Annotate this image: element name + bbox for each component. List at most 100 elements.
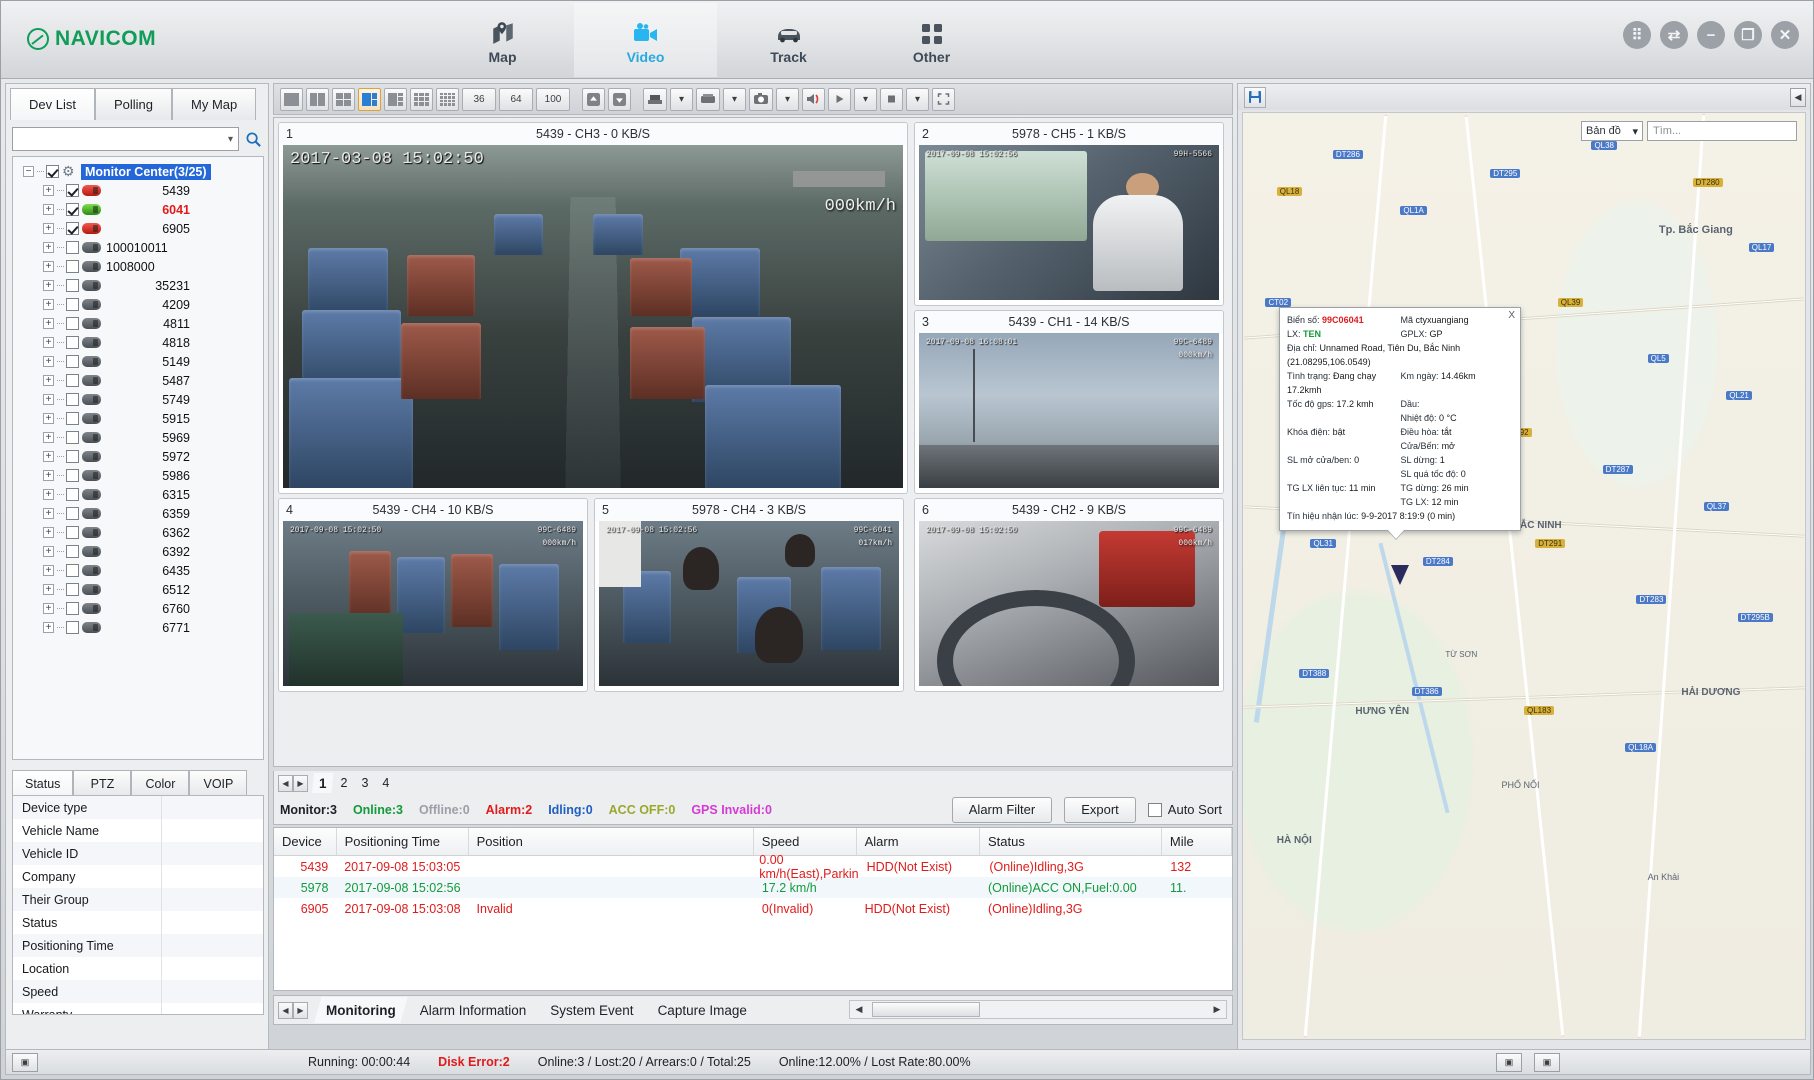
tree-device-checkbox[interactable] bbox=[66, 241, 79, 254]
device-tree[interactable]: − ⚙ Monitor Center(3/25) +5439+6041+6905… bbox=[12, 156, 264, 760]
expand-toggle-icon[interactable]: + bbox=[43, 432, 54, 443]
tree-device-6315[interactable]: +6315 bbox=[13, 485, 263, 504]
column-header-status[interactable]: Status bbox=[980, 828, 1162, 855]
export-button[interactable]: Export bbox=[1064, 797, 1136, 823]
tree-device-checkbox[interactable] bbox=[66, 431, 79, 444]
swap-icon[interactable]: ⇄ bbox=[1660, 21, 1688, 49]
video-page-tab-4[interactable]: 4 bbox=[375, 773, 396, 793]
layout-grid-icon[interactable]: ⠿ bbox=[1623, 21, 1651, 49]
tree-device-checkbox[interactable] bbox=[66, 488, 79, 501]
video-cell-2[interactable]: 2 5978 - CH5 - 1 KB/S 2017-09-08 15:02:5… bbox=[914, 122, 1224, 306]
video-page-tab-2[interactable]: 2 bbox=[334, 773, 355, 793]
column-header-speed[interactable]: Speed bbox=[754, 828, 857, 855]
expand-toggle-icon[interactable]: + bbox=[43, 337, 54, 348]
tree-root-monitor-center[interactable]: − ⚙ Monitor Center(3/25) bbox=[13, 162, 263, 181]
sidebar-tab-polling[interactable]: Polling bbox=[95, 88, 172, 120]
expand-toggle-icon[interactable]: + bbox=[43, 261, 54, 272]
column-header-device[interactable]: Device bbox=[274, 828, 337, 855]
expand-toggle-icon[interactable]: + bbox=[43, 508, 54, 519]
bottom-tab-alarm-information[interactable]: Alarm Information bbox=[408, 997, 539, 1023]
tree-device-checkbox[interactable] bbox=[66, 412, 79, 425]
layout-36-button[interactable]: 36 bbox=[462, 88, 496, 111]
expand-toggle-icon[interactable]: + bbox=[43, 565, 54, 576]
table-row[interactable]: 54392017-09-08 15:03:050.00 km/h(East),P… bbox=[274, 856, 1232, 877]
video-cell-1[interactable]: 1 5439 - CH3 - 0 KB/S bbox=[278, 122, 908, 494]
tree-device-6392[interactable]: +6392 bbox=[13, 542, 263, 561]
expand-toggle-icon[interactable]: + bbox=[43, 622, 54, 633]
map-search-input[interactable]: Tìm... bbox=[1647, 121, 1797, 141]
bottom-tab-system-event[interactable]: System Event bbox=[538, 997, 645, 1023]
video-cell-4-stream[interactable]: 2017-09-08 15:02:50 99C-6489 000km/h bbox=[283, 521, 583, 686]
video-cell-6[interactable]: 6 5439 - CH2 - 9 KB/S 2017-09-08 15:02:5… bbox=[914, 498, 1224, 692]
expand-toggle-icon[interactable]: + bbox=[43, 280, 54, 291]
tree-device-checkbox[interactable] bbox=[66, 317, 79, 330]
tree-root-checkbox[interactable] bbox=[46, 165, 59, 178]
bottom-tab-monitoring[interactable]: Monitoring bbox=[314, 997, 408, 1023]
expand-toggle-icon[interactable]: + bbox=[43, 527, 54, 538]
tree-device-6362[interactable]: +6362 bbox=[13, 523, 263, 542]
status-tab-color[interactable]: Color bbox=[131, 770, 189, 796]
video-cell-6-stream[interactable]: 2017-09-08 15:02:50 99C-6489 000km/h bbox=[919, 521, 1219, 686]
playback-dropdown[interactable]: ▾ bbox=[723, 88, 746, 111]
tree-device-6905[interactable]: +6905 bbox=[13, 219, 263, 238]
search-icon[interactable] bbox=[242, 128, 264, 150]
statusbar-left-toggle[interactable]: ▣ bbox=[12, 1053, 38, 1072]
layout-4-button[interactable] bbox=[332, 88, 355, 111]
tree-device-100010011[interactable]: +100010011 bbox=[13, 238, 263, 257]
layout-1-button[interactable] bbox=[280, 88, 303, 111]
expand-toggle-icon[interactable]: + bbox=[43, 489, 54, 500]
page-up-button[interactable] bbox=[582, 88, 605, 111]
video-cell-3-stream[interactable]: 2017-09-08 16:08:01 99C-6489 000km/h bbox=[919, 333, 1219, 488]
tree-device-checkbox[interactable] bbox=[66, 545, 79, 558]
snapshot-button[interactable] bbox=[749, 88, 773, 111]
column-header-alarm[interactable]: Alarm bbox=[857, 828, 980, 855]
expand-toggle-icon[interactable]: + bbox=[43, 204, 54, 215]
tree-device-checkbox[interactable] bbox=[66, 507, 79, 520]
statusbar-right-toggle[interactable]: ▣ bbox=[1534, 1053, 1560, 1072]
expand-toggle-icon[interactable]: + bbox=[43, 356, 54, 367]
tree-device-4209[interactable]: +4209 bbox=[13, 295, 263, 314]
tree-device-checkbox[interactable] bbox=[66, 564, 79, 577]
stop-button[interactable] bbox=[880, 88, 903, 111]
status-tab-voip[interactable]: VOIP bbox=[189, 770, 247, 796]
record-dropdown[interactable]: ▾ bbox=[670, 88, 693, 111]
play-button[interactable] bbox=[828, 88, 851, 111]
nav-item-other[interactable]: Other bbox=[860, 3, 1003, 77]
tree-device-checkbox[interactable] bbox=[66, 450, 79, 463]
status-tab-status[interactable]: Status bbox=[12, 770, 73, 796]
tree-device-checkbox[interactable] bbox=[66, 203, 79, 216]
layout-2-button[interactable] bbox=[306, 88, 329, 111]
play-dropdown[interactable]: ▾ bbox=[854, 88, 877, 111]
tree-device-checkbox[interactable] bbox=[66, 336, 79, 349]
auto-sort-checkbox[interactable]: Auto Sort bbox=[1148, 802, 1222, 817]
tree-device-checkbox[interactable] bbox=[66, 621, 79, 634]
tree-device-5149[interactable]: +5149 bbox=[13, 352, 263, 371]
bottom-tab-capture-image[interactable]: Capture Image bbox=[646, 997, 759, 1023]
layout-64-button[interactable]: 64 bbox=[499, 88, 533, 111]
tree-device-checkbox[interactable] bbox=[66, 279, 79, 292]
playback-button[interactable] bbox=[696, 88, 720, 111]
vehicle-info-popup[interactable]: X Biển số: 99C06041Mã ctyxuangiangLX: TE… bbox=[1279, 307, 1521, 531]
alarm-filter-button[interactable]: Alarm Filter bbox=[952, 797, 1052, 823]
map-collapse-button[interactable]: ◀ bbox=[1790, 88, 1806, 107]
expand-toggle-icon[interactable]: + bbox=[43, 299, 54, 310]
table-row[interactable]: 69052017-09-08 15:03:08Invalid0(Invalid)… bbox=[274, 898, 1232, 919]
video-cell-5-stream[interactable]: 2017-09-08 15:02:56 99C-6041 017km/h bbox=[599, 521, 899, 686]
stop-dropdown[interactable]: ▾ bbox=[906, 88, 929, 111]
nav-item-track[interactable]: Track bbox=[717, 3, 860, 77]
map-canvas[interactable]: Tp. Bắc Giang BẮC NINH HƯNG YÊN HẢI DƯƠN… bbox=[1242, 112, 1806, 1040]
tree-device-6435[interactable]: +6435 bbox=[13, 561, 263, 580]
collapse-toggle-icon[interactable]: − bbox=[23, 166, 34, 177]
video-cell-2-stream[interactable]: 2017-09-08 15:02:56 99H-5566 bbox=[919, 145, 1219, 300]
nav-item-map[interactable]: Map bbox=[431, 3, 574, 77]
bottom-tab-prev-button[interactable]: ◀ bbox=[278, 1002, 293, 1019]
page-prev-button[interactable]: ◀ bbox=[278, 775, 293, 792]
tree-device-6359[interactable]: +6359 bbox=[13, 504, 263, 523]
expand-toggle-icon[interactable]: + bbox=[43, 375, 54, 386]
layout-9-button[interactable] bbox=[410, 88, 433, 111]
tree-device-checkbox[interactable] bbox=[66, 602, 79, 615]
tree-device-checkbox[interactable] bbox=[66, 298, 79, 311]
tree-device-checkbox[interactable] bbox=[66, 355, 79, 368]
tree-device-5969[interactable]: +5969 bbox=[13, 428, 263, 447]
record-button[interactable] bbox=[643, 88, 667, 111]
